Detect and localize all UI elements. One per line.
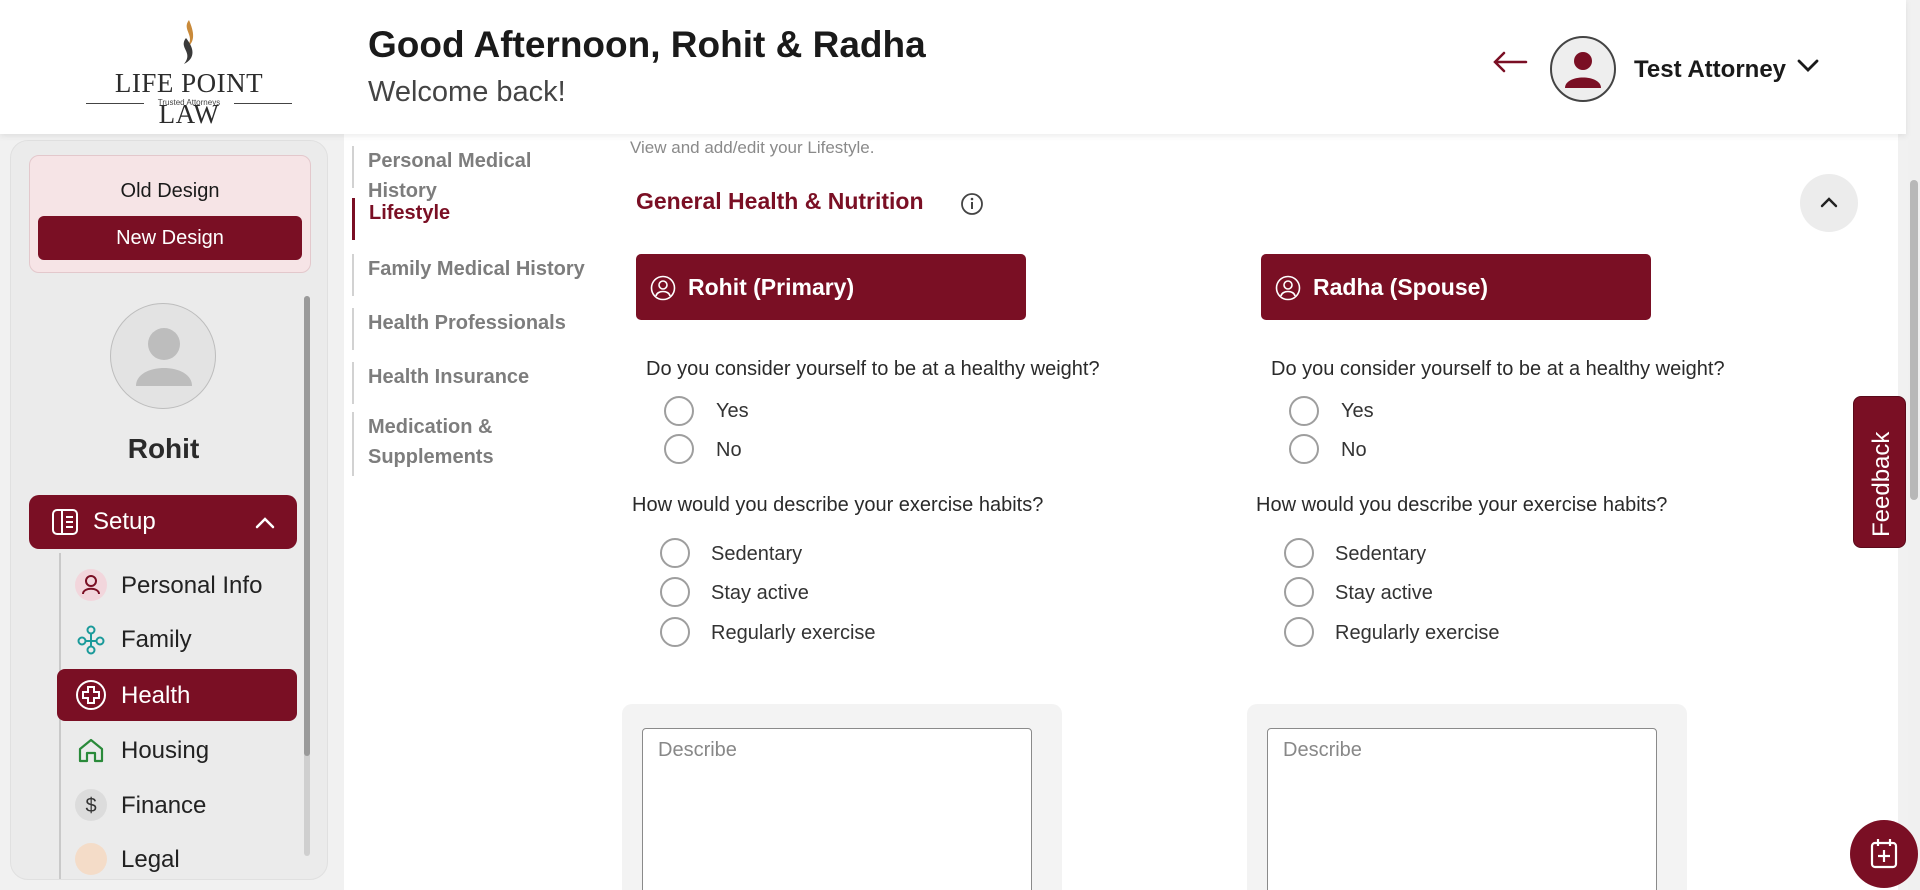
radio-label: Regularly exercise xyxy=(1335,622,1500,644)
person-label: Rohit (Primary) xyxy=(688,274,855,300)
radio-label: Sedentary xyxy=(1335,543,1427,565)
old-design-button[interactable]: Old Design xyxy=(30,180,310,203)
design-switcher: Old Design New Design xyxy=(29,155,311,273)
sidebar-item-housing[interactable]: Housing xyxy=(57,724,297,776)
user-name[interactable]: Test Attorney xyxy=(1634,56,1786,84)
user-silhouette-icon xyxy=(1565,52,1601,88)
welcome-subtitle: Welcome back! xyxy=(368,76,566,108)
radio-label: No xyxy=(1341,439,1367,461)
house-icon xyxy=(75,734,107,766)
setup-section-toggle[interactable]: Setup xyxy=(29,495,297,549)
feedback-tab[interactable]: Feedback xyxy=(1853,396,1906,548)
subnav-family-medical-history[interactable]: Family Medical History xyxy=(352,254,602,296)
section-hint: View and add/edit your Lifestyle. xyxy=(630,138,875,157)
describe-textarea[interactable] xyxy=(642,728,1032,890)
family-tree-icon xyxy=(75,623,107,655)
exercise-sedentary-radio[interactable] xyxy=(1284,538,1314,568)
weight-yes-radio[interactable] xyxy=(1289,396,1319,426)
profile-avatar[interactable] xyxy=(110,303,216,409)
exercise-sedentary-radio[interactable] xyxy=(660,538,690,568)
radio-label: Yes xyxy=(1341,400,1374,422)
sidebar-item-finance[interactable]: $ Finance xyxy=(57,779,297,831)
health-subnav: Personal Medical History Lifestyle Famil… xyxy=(344,134,608,890)
chevron-up-icon xyxy=(1820,196,1838,207)
greeting-title: Good Afternoon, Rohit & Radha xyxy=(368,24,926,65)
healthy-weight-question: Do you consider yourself to be at a heal… xyxy=(1271,358,1725,380)
back-arrow-icon[interactable] xyxy=(1492,50,1528,74)
weight-no-radio[interactable] xyxy=(664,434,694,464)
sidebar-item-label: Legal xyxy=(121,846,180,873)
exercise-regularly-radio[interactable] xyxy=(660,617,690,647)
weight-yes-radio[interactable] xyxy=(664,396,694,426)
sidebar-item-label: Personal Info xyxy=(121,572,263,599)
person-circle-icon xyxy=(650,275,676,301)
person-circle-icon xyxy=(1275,275,1301,301)
weight-no-radio[interactable] xyxy=(1289,434,1319,464)
page-scrollbar-thumb[interactable] xyxy=(1910,180,1918,500)
sidebar-item-legal[interactable]: Legal xyxy=(57,833,297,879)
dollar-icon: $ xyxy=(75,789,107,821)
chevron-down-icon[interactable] xyxy=(1796,58,1820,74)
health-cross-icon xyxy=(75,679,107,711)
info-icon[interactable] xyxy=(960,192,984,216)
top-header: LIFE POINT LAW Trusted Attorneys Good Af… xyxy=(0,0,1906,134)
collapse-section-button[interactable] xyxy=(1800,174,1858,232)
radio-label: No xyxy=(716,439,742,461)
radio-label: Yes xyxy=(716,400,749,422)
sidebar-item-health[interactable]: Health xyxy=(57,669,297,721)
healthy-weight-question: Do you consider yourself to be at a heal… xyxy=(646,358,1100,380)
sidebar-item-family[interactable]: Family xyxy=(57,613,297,665)
subnav-medication-supplements[interactable]: Medication & Supplements xyxy=(352,412,512,476)
setup-label: Setup xyxy=(93,508,156,535)
sidebar-item-label: Finance xyxy=(121,792,207,819)
exercise-habits-question: How would you describe your exercise hab… xyxy=(1256,494,1668,516)
sidebar-scrollbar-thumb[interactable] xyxy=(304,296,310,756)
exercise-stay-active-radio[interactable] xyxy=(660,577,690,607)
feedback-label: Feedback xyxy=(1868,431,1895,537)
svg-text:$: $ xyxy=(85,795,96,817)
describe-textarea[interactable] xyxy=(1267,728,1657,890)
calendar-plus-icon xyxy=(1870,839,1898,869)
sidebar-item-label: Housing xyxy=(121,737,210,764)
section-title: General Health & Nutrition xyxy=(636,188,924,214)
subnav-personal-medical-history[interactable]: Personal Medical History xyxy=(352,146,602,202)
person-label: Radha (Spouse) xyxy=(1313,274,1489,300)
left-sidebar: Old Design New Design Rohit Setup Person… xyxy=(10,140,328,880)
subnav-health-professionals[interactable]: Health Professionals xyxy=(352,308,602,350)
logo-tagline: Trusted Attorneys xyxy=(157,98,221,107)
profile-placeholder-icon xyxy=(136,328,192,386)
logo-flame-icon xyxy=(183,20,194,64)
setup-book-icon xyxy=(52,509,78,535)
calendar-action-button[interactable] xyxy=(1850,820,1918,888)
new-design-button[interactable]: New Design xyxy=(38,216,302,260)
person-header-primary: Rohit (Primary) xyxy=(636,254,1026,320)
user-avatar[interactable] xyxy=(1550,36,1616,102)
subnav-lifestyle[interactable]: Lifestyle xyxy=(352,198,602,240)
profile-name: Rohit xyxy=(127,433,200,464)
sidebar-item-personal-info[interactable]: Personal Info xyxy=(57,559,297,611)
radio-label: Sedentary xyxy=(711,543,803,565)
chevron-up-icon xyxy=(255,517,275,529)
person-header-spouse: Radha (Spouse) xyxy=(1261,254,1651,320)
sidebar-item-label: Health xyxy=(121,682,191,709)
radio-label: Stay active xyxy=(711,582,809,604)
exercise-stay-active-radio[interactable] xyxy=(1284,577,1314,607)
subnav-health-insurance[interactable]: Health Insurance xyxy=(352,362,602,404)
main-content: View and add/edit your Lifestyle. Genera… xyxy=(608,134,1898,890)
life-point-law-logo[interactable]: LIFE POINT LAW Trusted Attorneys xyxy=(84,18,294,129)
exercise-regularly-radio[interactable] xyxy=(1284,617,1314,647)
describe-card xyxy=(1247,704,1687,890)
sidebar-item-label: Family xyxy=(121,626,192,653)
describe-card xyxy=(622,704,1062,890)
radio-label: Stay active xyxy=(1335,582,1433,604)
exercise-habits-question: How would you describe your exercise hab… xyxy=(632,494,1044,516)
legal-icon xyxy=(75,843,107,875)
radio-label: Regularly exercise xyxy=(711,622,876,644)
person-icon xyxy=(75,569,107,601)
